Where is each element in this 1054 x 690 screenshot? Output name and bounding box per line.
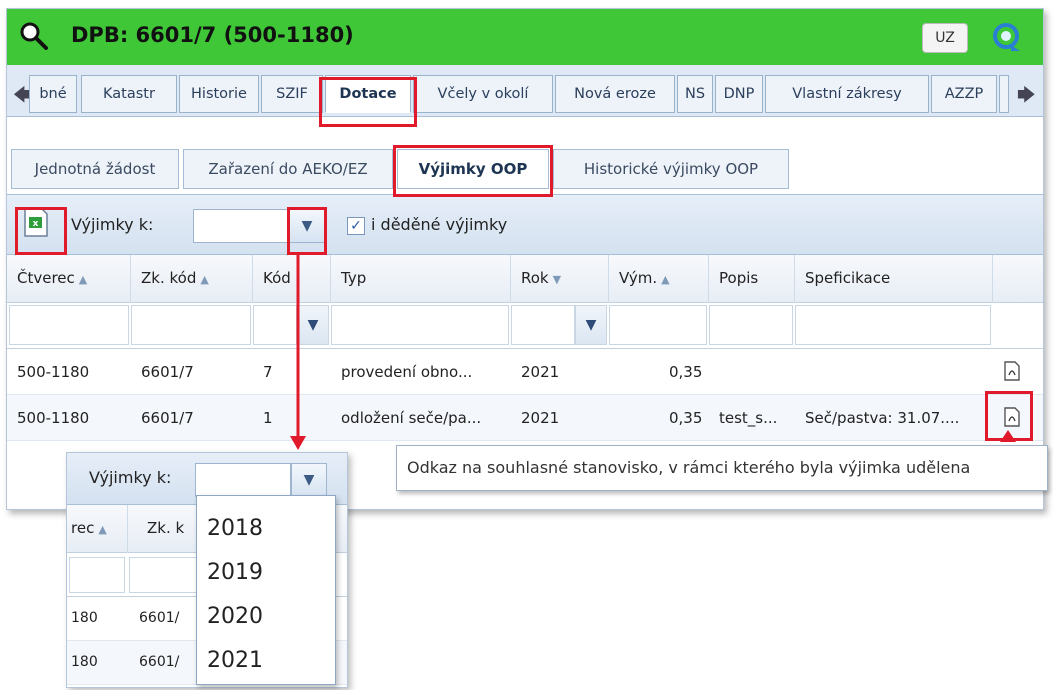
tab-katastr[interactable]: Katastr: [81, 75, 177, 113]
cell-vym: 0,35: [669, 363, 703, 381]
col-ctverec[interactable]: Čtverec ▲: [7, 255, 131, 303]
search-icon[interactable]: [19, 21, 49, 55]
year-dropdown-list: 2018 2019 2020 2021: [196, 495, 336, 685]
svg-text:x: x: [33, 219, 39, 229]
grid-header: Čtverec ▲ Zk. kód ▲ Kód Typ Rok ▼ Vým. ▲ Pop…: [7, 255, 1043, 303]
subtab-jednotna-zadost[interactable]: Jednotná žádost: [11, 149, 179, 189]
grid-filter-row: ▼ ▼: [7, 303, 1043, 349]
refresh-icon[interactable]: [991, 21, 1021, 57]
scroll-right-icon[interactable]: 🡆: [1017, 83, 1036, 113]
chevron-down-icon[interactable]: ▼: [297, 305, 329, 345]
inherited-checkbox[interactable]: ✓: [347, 217, 365, 235]
main-tab-strip: 🡄 bné Katastr Historie SZIF Dotace Včely…: [7, 65, 1043, 117]
cell-ctverec: 500-1180: [17, 363, 90, 381]
subtab-zarazeni-aeko[interactable]: Zařazení do AEKO/EZ: [183, 149, 393, 189]
table-row[interactable]: 500-1180 6601/7 7 provedení obno... 2021…: [7, 349, 1043, 395]
chevron-down-icon[interactable]: ▼: [289, 209, 325, 243]
tab-szif[interactable]: SZIF: [261, 75, 323, 113]
document-link-tooltip: Odkaz na souhlasné stanovisko, v rámci k…: [396, 445, 1048, 491]
cell-rok: 2021: [521, 363, 560, 381]
cell-ctverec: 180: [71, 654, 98, 670]
col-rok[interactable]: Rok ▼: [511, 255, 609, 303]
exceptions-toolbar: x Výjimky k: ▼ ✓ i děděné výjimky: [7, 195, 1043, 255]
tab-overflow[interactable]: [999, 75, 1009, 113]
year-option[interactable]: 2020: [207, 604, 263, 629]
cell-zk-kod: 6601/: [139, 610, 180, 626]
filter-vym[interactable]: [609, 305, 707, 345]
year-option[interactable]: 2021: [207, 648, 263, 673]
cell-ctverec: 180: [71, 610, 98, 626]
sort-asc-icon: ▲: [200, 273, 209, 286]
cell-typ: provedení obno...: [341, 363, 473, 381]
col-popis[interactable]: Popis: [709, 255, 795, 303]
sub-tab-strip: Jednotná žádost Zařazení do AEKO/EZ Výji…: [7, 145, 1043, 195]
col-kod[interactable]: Kód: [253, 255, 331, 303]
tab-historie[interactable]: Historie: [179, 75, 259, 113]
cell-ctverec: 500-1180: [17, 409, 90, 427]
cell-kod: 1: [263, 409, 273, 427]
table-row[interactable]: 500-1180 6601/7 1 odložení seče/pa... 20…: [7, 395, 1043, 441]
document-link-icon[interactable]: [1003, 407, 1021, 431]
tab-azzp[interactable]: AZZP: [931, 75, 997, 113]
chevron-down-icon[interactable]: ▼: [291, 463, 327, 497]
inset-filter-cell: [69, 557, 125, 593]
col-typ[interactable]: Typ: [331, 255, 511, 303]
tab-vlastni-zakresy[interactable]: Vlastní zákresy: [765, 75, 929, 113]
inherited-checkbox-label: i děděné výjimky: [371, 215, 508, 234]
exceptions-for-label: Výjimky k:: [71, 215, 154, 234]
tab-nova-eroze[interactable]: Nová eroze: [555, 75, 675, 113]
inset-year-input[interactable]: [195, 463, 291, 497]
inset-label: Výjimky k:: [89, 468, 172, 487]
cell-zk-kod: 6601/7: [141, 409, 194, 427]
filter-typ[interactable]: [331, 305, 509, 345]
uz-button[interactable]: UZ: [922, 23, 968, 53]
parcel-detail-panel: DPB: 6601/7 (500-1180) UZ 🡄 bné Katastr …: [6, 8, 1044, 510]
inset-col-ctverec: rec ▲: [71, 519, 107, 537]
subtab-historicke-vyjimky[interactable]: Historické výjimky OOP: [553, 149, 789, 189]
cell-zk-kod: 6601/7: [141, 363, 194, 381]
sort-asc-icon: ▲: [78, 273, 88, 286]
col-specifikace[interactable]: Speficikace: [795, 255, 993, 303]
year-combo-input[interactable]: [193, 209, 289, 243]
filter-ctverec[interactable]: [9, 305, 129, 345]
excel-export-icon[interactable]: x: [22, 207, 50, 241]
filter-specifikace[interactable]: [795, 305, 991, 345]
cell-typ: odložení seče/pa...: [341, 409, 482, 427]
cell-kod: 7: [263, 363, 273, 381]
filter-kod[interactable]: [253, 305, 297, 345]
tab-dnp[interactable]: DNP: [715, 75, 763, 113]
filter-zk-kod[interactable]: [131, 305, 251, 345]
chevron-down-icon[interactable]: ▼: [575, 305, 607, 345]
col-vym[interactable]: Vým. ▲: [609, 255, 709, 303]
filter-popis[interactable]: [709, 305, 793, 345]
window-title: DPB: 6601/7 (500-1180): [71, 23, 354, 47]
sort-desc-icon: ▼: [552, 273, 562, 286]
tab-dotace[interactable]: Dotace: [325, 75, 411, 113]
tab-bne[interactable]: bné: [29, 75, 77, 113]
title-bar: DPB: 6601/7 (500-1180) UZ: [7, 9, 1043, 65]
tab-ns[interactable]: NS: [677, 75, 713, 113]
cell-specifikace: Seč/pastva: 31.07....: [805, 409, 960, 427]
year-option[interactable]: 2019: [207, 560, 263, 585]
sort-asc-icon: ▲: [661, 273, 670, 286]
year-option[interactable]: 2018: [207, 516, 263, 541]
cell-zk-kod: 6601/: [139, 654, 180, 670]
tab-vcely-v-okoli[interactable]: Včely v okolí: [413, 75, 553, 113]
inset-col-zk-kod: Zk. k: [147, 519, 185, 537]
col-zk-kod[interactable]: Zk. kód ▲: [131, 255, 253, 303]
cell-vym: 0,35: [669, 409, 703, 427]
cell-rok: 2021: [521, 409, 560, 427]
subtab-vyjimky-oop[interactable]: Výjimky OOP: [397, 149, 549, 189]
filter-rok[interactable]: [511, 305, 575, 345]
inset-col-divider: [127, 505, 128, 553]
cell-popis: test_s...: [719, 409, 778, 427]
document-link-icon[interactable]: [1003, 361, 1021, 385]
sort-asc-icon: ▲: [98, 523, 107, 536]
